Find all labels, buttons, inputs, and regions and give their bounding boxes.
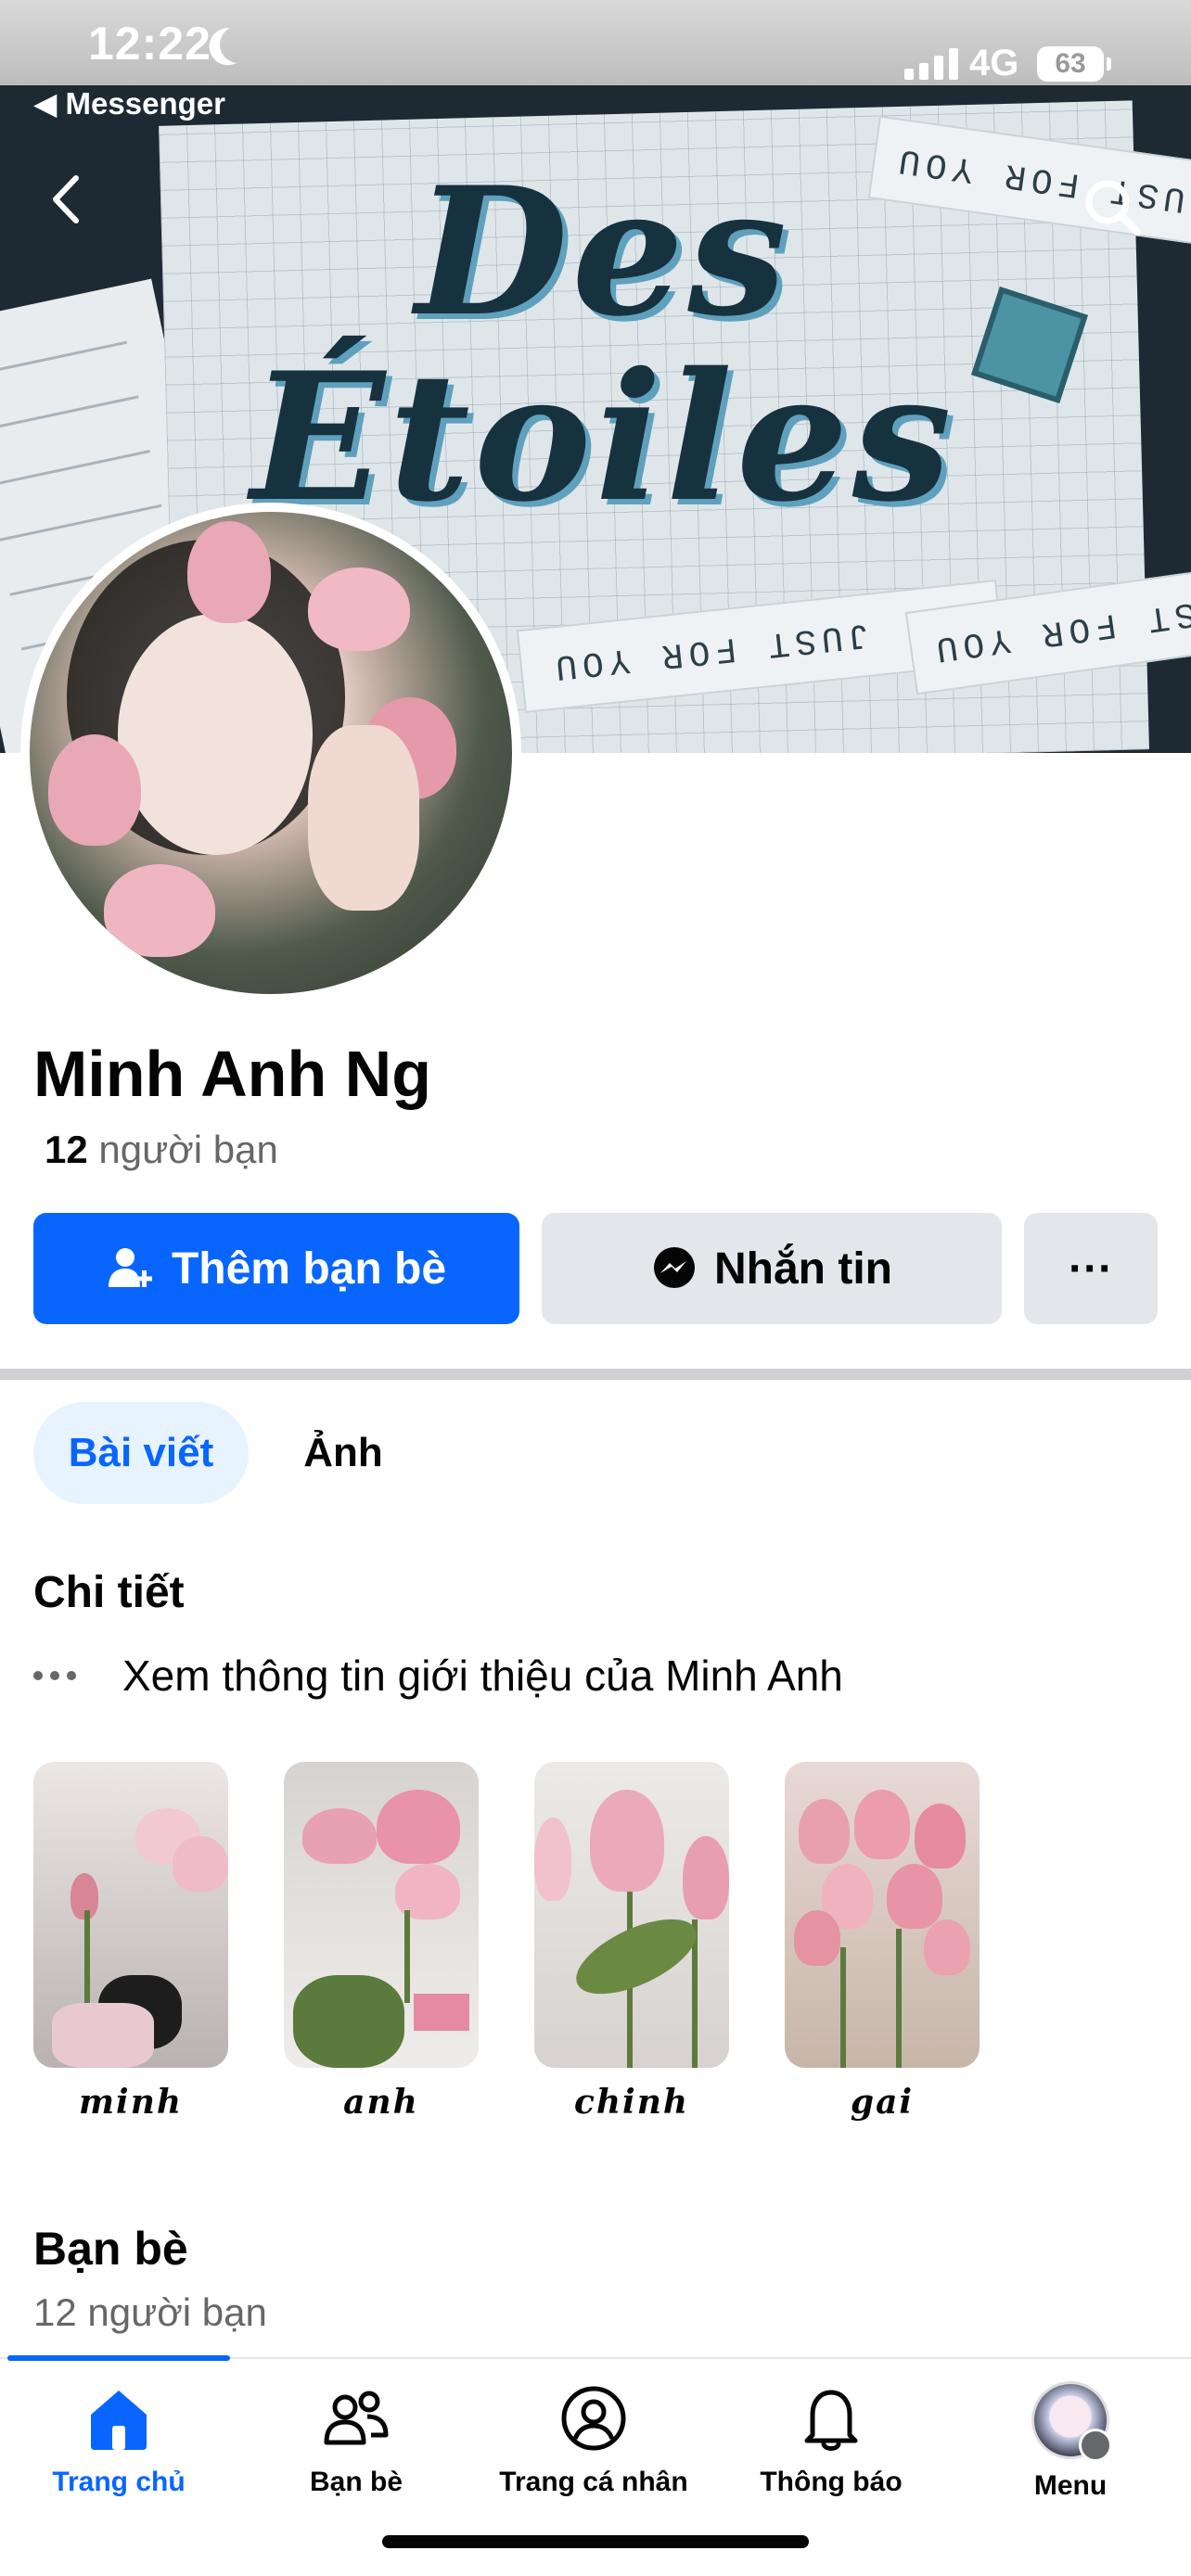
add-friend-button[interactable]: Thêm bạn bè — [33, 1213, 519, 1324]
cover-ribbon-text: JUST FOR YOU — [547, 613, 872, 687]
highlight-thumbnail — [284, 1762, 479, 2068]
tab-photos-label: Ảnh — [303, 1430, 383, 1475]
cover-lettering: Des Étoiles — [250, 159, 955, 530]
nav-profile[interactable]: Trang cá nhân — [482, 2381, 705, 2498]
highlight-item[interactable]: minh — [33, 1762, 228, 2122]
more-options-button[interactable]: ··· — [1024, 1213, 1158, 1324]
moon-icon — [214, 20, 262, 68]
friends-subtitle: 12 người bạn — [33, 2290, 267, 2334]
more-dots-icon — [33, 1671, 89, 1680]
highlight-thumbnail — [785, 1762, 980, 2068]
avatar-flower — [308, 567, 410, 651]
highlight-label: gai — [850, 2083, 915, 2122]
signal-icon — [904, 46, 958, 80]
battery-icon: 63 — [1037, 46, 1104, 82]
messenger-icon — [654, 1247, 695, 1288]
status-time: 12:22 — [88, 18, 211, 70]
search-icon[interactable] — [1076, 171, 1150, 245]
friends-title: Bạn bè — [33, 2223, 188, 2275]
highlight-label: chinh — [573, 2083, 690, 2122]
battery-level: 63 — [1055, 48, 1086, 79]
tab-posts-label: Bài viết — [68, 1430, 214, 1475]
home-icon — [91, 2391, 147, 2450]
friend-count[interactable]: 12 người bạn — [45, 1128, 278, 1172]
avatar-flower — [187, 521, 271, 623]
bell-icon — [804, 2390, 858, 2451]
nav-friends-label: Bạn bè — [309, 2467, 403, 2497]
highlight-item[interactable]: gai — [785, 1762, 980, 2122]
nav-home-label: Trang chủ — [52, 2467, 186, 2497]
network-label: 4G — [969, 43, 1019, 83]
profile-icon — [561, 2386, 626, 2451]
menu-badge-icon — [1079, 2429, 1112, 2462]
avatar-flower — [48, 734, 141, 846]
avatar-flower — [104, 864, 215, 957]
highlight-label: anh — [343, 2083, 419, 2122]
nav-menu-label: Menu — [1033, 2470, 1108, 2501]
back-to-app-link[interactable]: ◀ Messenger — [33, 85, 225, 121]
nav-profile-label: Trang cá nhân — [499, 2467, 688, 2497]
highlight-thumbnail — [33, 1762, 228, 2068]
nav-notifications-label: Thông báo — [760, 2467, 903, 2497]
status-bar: 12:22 4G 63 — [0, 0, 1191, 85]
intro-text: Xem thông tin giới thiệu của Minh Anh — [122, 1651, 843, 1700]
profile-avatar[interactable] — [20, 503, 521, 1003]
nav-home[interactable]: Trang chủ — [7, 2381, 230, 2498]
profile-name: Minh Anh Ng — [33, 1038, 431, 1110]
message-label: Nhắn tin — [714, 1243, 892, 1294]
nav-friends[interactable]: Bạn bè — [245, 2381, 467, 2498]
back-arrow-icon[interactable] — [37, 167, 102, 232]
message-button[interactable]: Nhắn tin — [542, 1213, 1002, 1324]
section-divider — [0, 1369, 1191, 1380]
add-friend-label: Thêm bạn bè — [171, 1243, 447, 1294]
avatar-face — [118, 614, 313, 855]
highlight-item[interactable]: anh — [284, 1762, 479, 2122]
intro-link[interactable]: Xem thông tin giới thiệu của Minh Anh — [33, 1651, 843, 1701]
nav-menu[interactable]: Menu — [959, 2381, 1182, 2502]
friend-count-suffix: người bạn — [98, 1128, 278, 1171]
more-options-label: ··· — [1069, 1243, 1113, 1294]
nav-notifications[interactable]: Thông báo — [720, 2381, 942, 2498]
details-title: Chi tiết — [33, 1568, 185, 1617]
highlight-thumbnail — [534, 1762, 729, 2068]
home-indicator — [382, 2535, 809, 2548]
cover-lettering-line1: Des — [415, 148, 791, 355]
tab-posts[interactable]: Bài viết — [33, 1402, 249, 1504]
friend-count-number: 12 — [45, 1128, 88, 1171]
friends-icon — [324, 2391, 389, 2445]
add-friend-icon — [108, 1248, 152, 1287]
battery-tip — [1107, 57, 1111, 70]
cover-lettering-line2: Étoiles — [250, 334, 955, 541]
avatar-hand — [308, 725, 419, 911]
highlight-item[interactable]: chinh — [534, 1762, 729, 2122]
tab-photos[interactable]: Ảnh — [269, 1402, 417, 1504]
highlight-label: minh — [78, 2083, 184, 2122]
menu-avatar — [1031, 2381, 1112, 2462]
active-tab-indicator — [7, 2355, 230, 2361]
